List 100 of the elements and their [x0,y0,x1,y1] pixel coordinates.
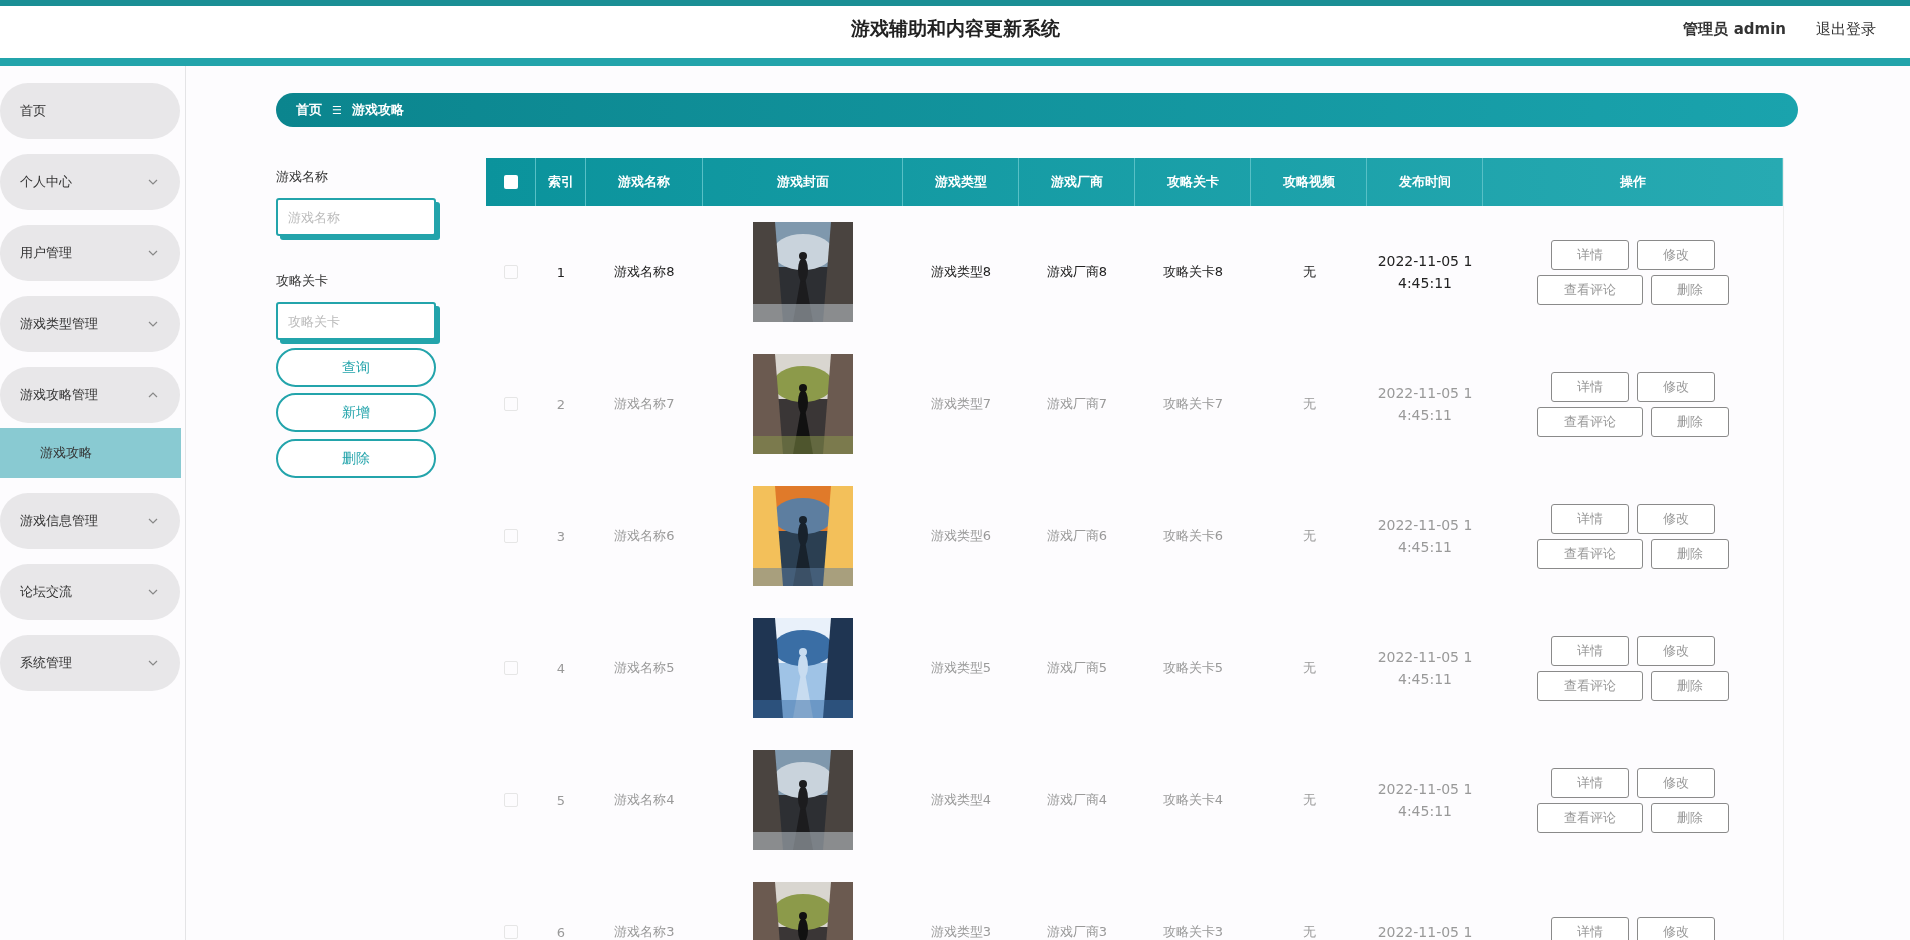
table-cell: 6 [556,924,566,940]
row-action-button[interactable]: 查看评论 [1537,670,1643,701]
table-cell: 游戏厂商6 [1046,527,1108,545]
table-cell-text: 4:45:11 [1398,406,1452,425]
search-field[interactable]: 游戏名称 [276,198,436,236]
table-cell: 游戏类型6 [930,527,992,545]
table-cell: 游戏名称7 [614,395,675,413]
column-header: 游戏名称 [586,158,703,206]
row-action-button[interactable]: 详情 [1551,503,1629,534]
table-cell: 游戏类型7 [930,395,992,413]
row-action-button[interactable]: 删除 [1651,802,1729,833]
checkbox[interactable] [504,529,518,543]
table-cell: 5 [556,792,566,808]
table-cell: 4 [556,660,566,676]
action-button[interactable]: 查询 [276,348,436,387]
table-cell: 游戏名称6 [614,527,675,545]
breadcrumb-separator: ☰ [332,103,342,117]
row-action-button[interactable]: 删除 [1651,406,1729,437]
logout-link[interactable]: 退出登录 [1816,19,1876,39]
breadcrumb-current: 游戏攻略 [351,101,404,119]
table-cell: 攻略关卡4 [1162,791,1224,809]
table-cell-text: 2022-11-05 1 [1377,923,1473,940]
sidebar-item[interactable]: 用户管理 [0,225,180,281]
sidebar-item[interactable]: 个人中心 [0,154,180,210]
checkbox[interactable] [504,661,518,675]
table-cell: 攻略关卡5 [1162,659,1224,677]
table-cell: 游戏厂商3 [1046,923,1108,940]
row-action-button[interactable]: 详情 [1551,767,1629,798]
checkbox[interactable] [504,793,518,807]
admin-label: 管理员 admin [1683,19,1786,39]
column-header: 操作 [1483,158,1783,206]
table-cell-text: 2022-11-05 1 [1377,780,1473,799]
sidebar-item[interactable]: 论坛交流 [0,564,180,620]
table-cell: 游戏类型8 [930,263,992,281]
table-cell: 3 [556,528,566,544]
column-header: 攻略视频 [1251,158,1367,206]
column-header: 索引 [536,158,586,206]
search-field[interactable]: 攻略关卡 [276,302,436,340]
row-action-button[interactable]: 详情 [1551,635,1629,666]
table-cell: 无 [1302,923,1316,940]
table-cell: 攻略关卡8 [1162,263,1224,281]
sidebar-subitem[interactable]: 游戏攻略 [0,428,181,478]
table-cell-text: 2022-11-05 1 [1377,252,1473,271]
column-header: 游戏类型 [903,158,1019,206]
row-action-button[interactable]: 查看评论 [1537,538,1643,569]
table-cell: 1 [556,264,566,280]
column-header: 游戏厂商 [1019,158,1135,206]
checkbox[interactable] [504,397,518,411]
checkbox[interactable] [504,925,518,939]
action-button[interactable]: 删除 [276,439,436,478]
column-header: 游戏封面 [703,158,903,206]
table-cell: 攻略关卡7 [1162,395,1224,413]
checkbox[interactable] [503,175,518,189]
table-cell: 游戏名称3 [614,923,675,940]
row-action-button[interactable]: 修改 [1637,917,1715,940]
sidebar-item[interactable]: 系统管理 [0,635,180,691]
system-title: 游戏辅助和内容更新系统 [850,16,1060,41]
table-cell: 攻略关卡6 [1162,527,1224,545]
table-cell-text: 2022-11-05 1 [1377,516,1473,535]
table-cell: 无 [1302,263,1316,281]
table-cell: 游戏名称5 [614,659,675,677]
row-action-button[interactable]: 详情 [1551,917,1629,940]
table-cell: 游戏厂商8 [1046,263,1108,281]
table-cell: 游戏厂商5 [1046,659,1108,677]
table-cell-text: 2022-11-05 1 [1377,648,1473,667]
row-action-button[interactable]: 修改 [1637,371,1715,402]
table-cell: 无 [1302,527,1316,545]
table-cell-text: 4:45:11 [1398,802,1452,821]
row-action-button[interactable]: 删除 [1651,670,1729,701]
field-label: 攻略关卡 [276,272,329,290]
sidebar-item[interactable]: 游戏类型管理 [0,296,180,352]
table-cell: 游戏类型4 [930,791,992,809]
table-cell: 无 [1302,659,1316,677]
field-label: 游戏名称 [276,168,329,186]
action-button[interactable]: 新增 [276,393,436,432]
row-action-button[interactable]: 删除 [1651,538,1729,569]
row-action-button[interactable]: 修改 [1637,767,1715,798]
table-cell-text: 4:45:11 [1398,274,1452,293]
row-action-button[interactable]: 详情 [1551,239,1629,270]
sidebar-item[interactable]: 游戏攻略管理 [0,367,180,423]
row-action-button[interactable]: 查看评论 [1537,406,1643,437]
sidebar-item[interactable]: 游戏信息管理 [0,493,180,549]
table-cell: 游戏类型5 [930,659,992,677]
column-header: 攻略关卡 [1135,158,1251,206]
row-action-button[interactable]: 修改 [1637,635,1715,666]
checkbox[interactable] [504,265,518,279]
row-action-button[interactable]: 修改 [1637,503,1715,534]
column-header: 发布时间 [1367,158,1483,206]
sidebar-item[interactable]: 首页 [0,83,180,139]
row-action-button[interactable]: 详情 [1551,371,1629,402]
row-action-button[interactable]: 删除 [1651,274,1729,305]
table-cell: 2 [556,396,566,412]
row-action-button[interactable]: 查看评论 [1537,274,1643,305]
table-cell: 游戏类型3 [930,923,992,940]
breadcrumb-link[interactable]: 首页 [296,101,322,119]
row-action-button[interactable]: 查看评论 [1537,802,1643,833]
table-cell-text: 4:45:11 [1398,538,1452,557]
table-cell: 无 [1302,791,1316,809]
table-cell: 攻略关卡3 [1162,923,1224,940]
row-action-button[interactable]: 修改 [1637,239,1715,270]
